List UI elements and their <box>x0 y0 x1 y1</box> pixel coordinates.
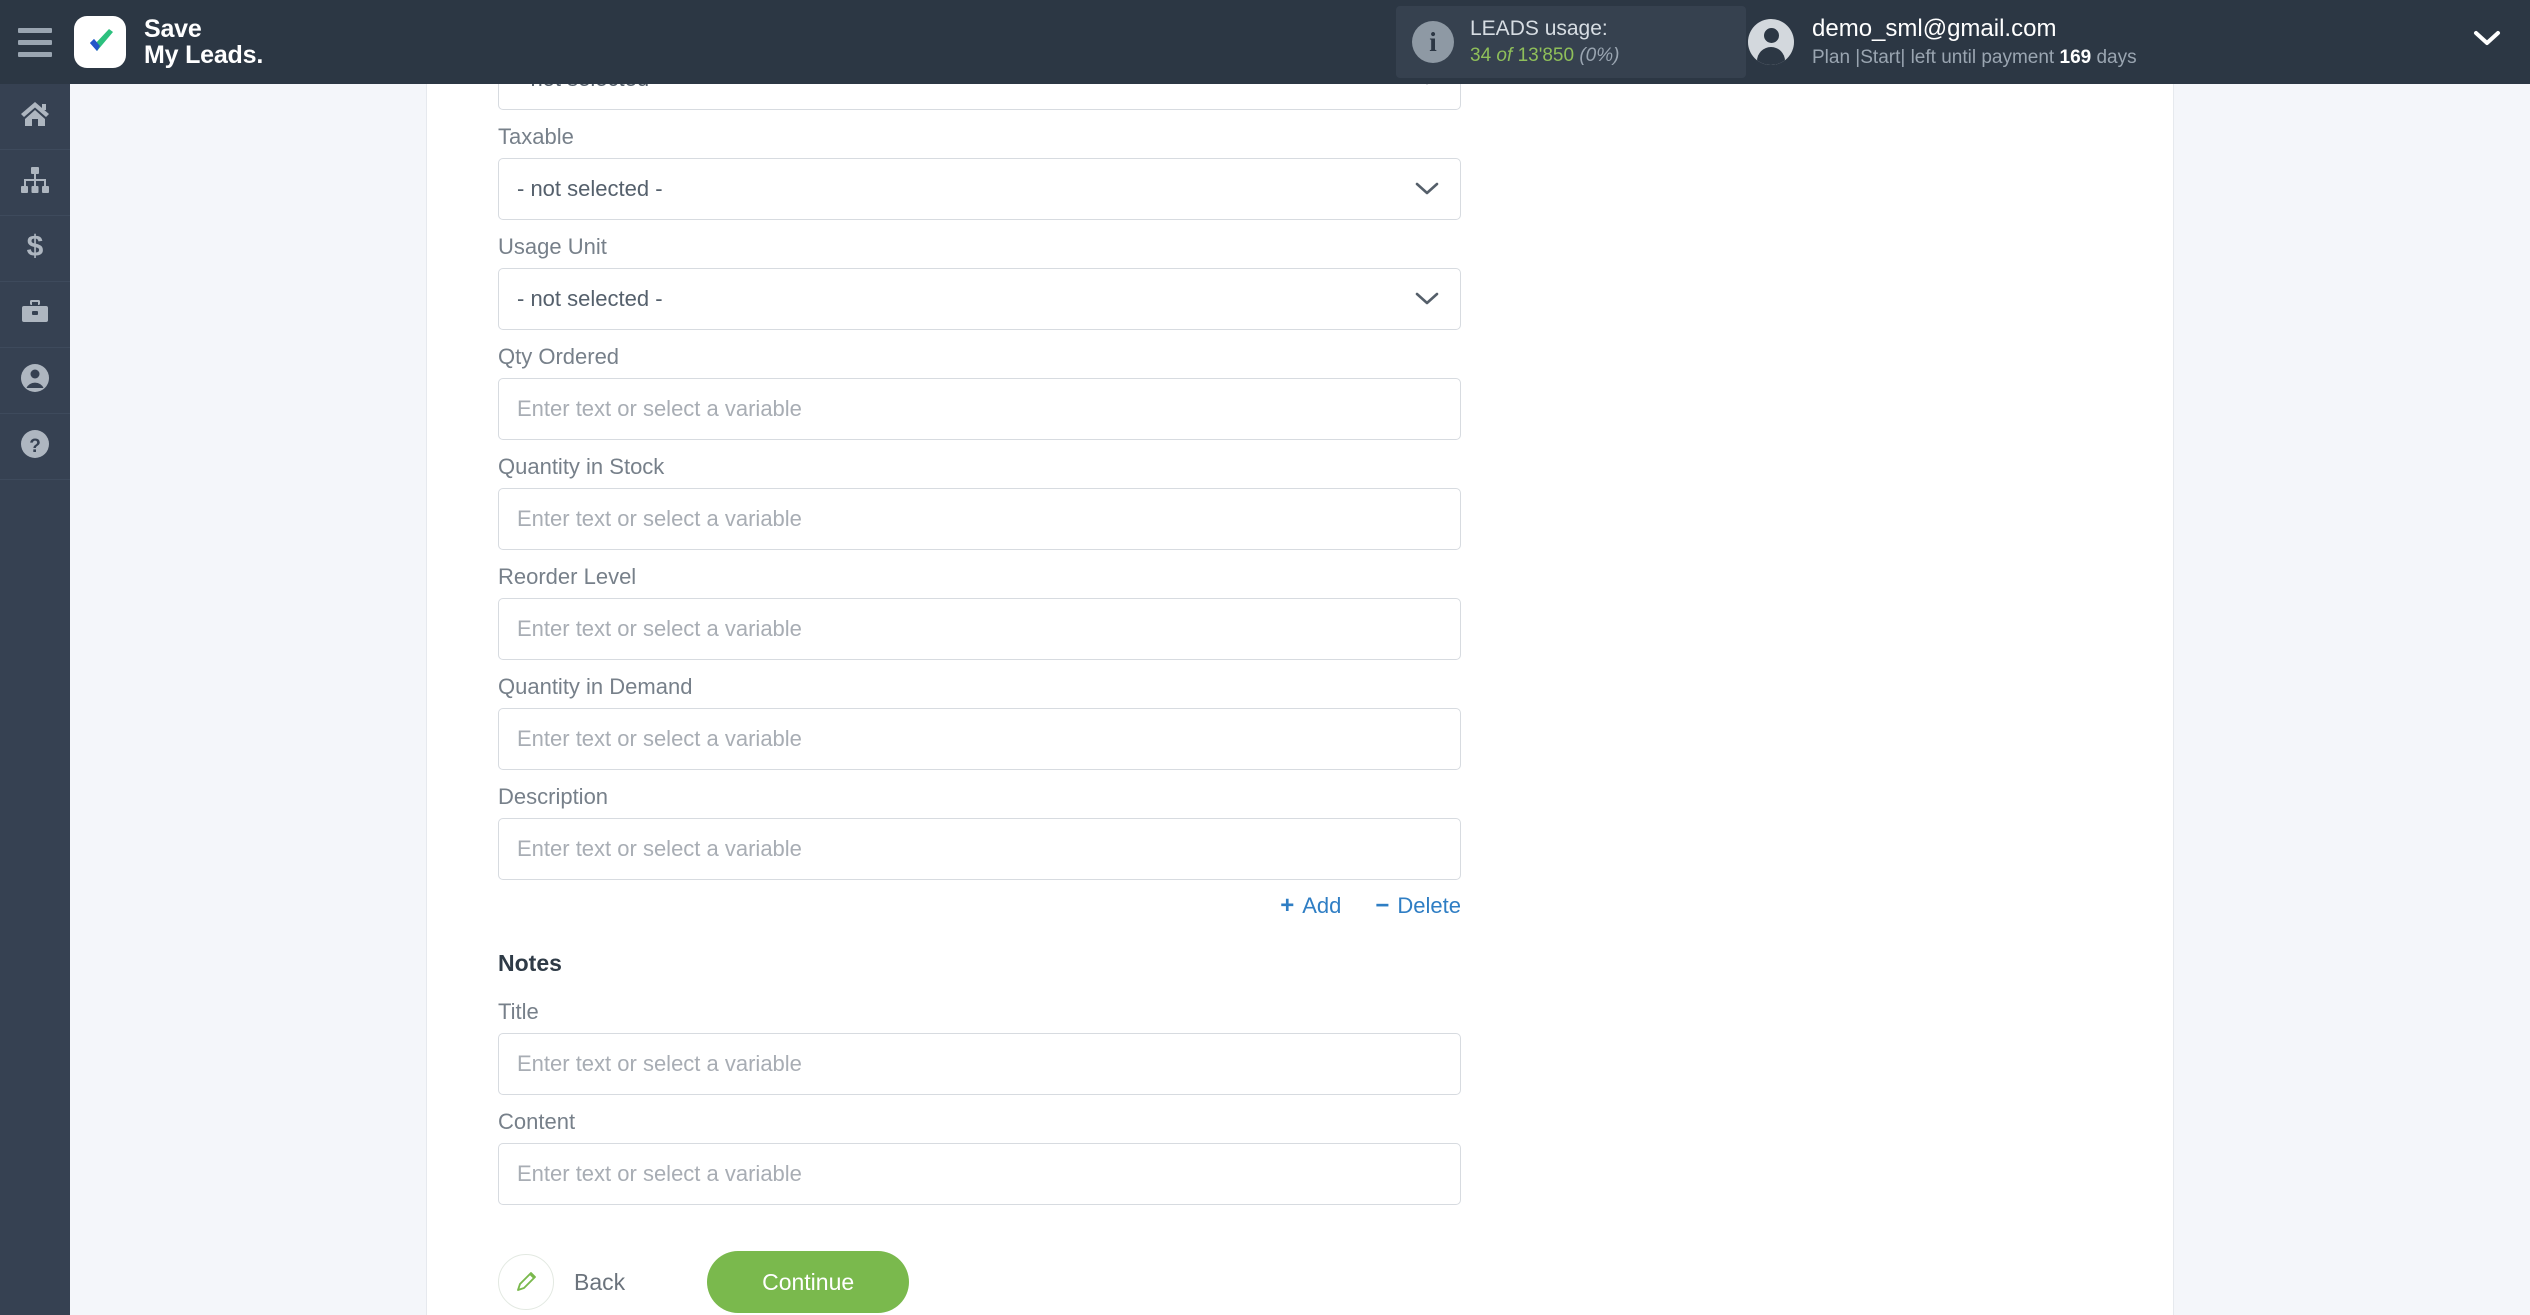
qty-ordered-label: Qty Ordered <box>498 344 620 369</box>
reorder-level-input[interactable]: Enter text or select a variable <box>498 598 1461 660</box>
usage-unit-select[interactable]: - not selected - <box>498 268 1461 330</box>
svg-text:?: ? <box>29 436 41 457</box>
user-circle-icon <box>19 362 51 399</box>
chevron-down-icon <box>1414 176 1440 202</box>
continue-button[interactable]: Continue <box>707 1251 910 1313</box>
minus-icon: − <box>1375 892 1390 919</box>
taxable-select[interactable]: - not selected - <box>498 158 1461 220</box>
user-avatar-icon <box>1748 19 1794 65</box>
note-title-input[interactable]: Enter text or select a variable <box>498 1033 1461 1095</box>
field-group-quantity-in-demand: Quantity in Demand Enter text or select … <box>498 674 1461 770</box>
sidebar-item-connections[interactable] <box>0 150 70 216</box>
left-sidebar: $ ? <box>0 84 70 1315</box>
back-button-label: Back <box>574 1268 626 1295</box>
leads-usage-text: LEADS usage: 34 of 13'850 (0%) <box>1470 15 1619 69</box>
field-group-usage-unit: Usage Unit - not selected - <box>498 234 1461 330</box>
brand-line-1: Save <box>144 14 202 43</box>
brand-name: Save My Leads. <box>144 14 264 69</box>
hamburger-bar <box>18 27 52 33</box>
field-column: - not selected - Taxable - not selected … <box>498 84 1461 1315</box>
sidebar-item-home[interactable] <box>0 84 70 150</box>
qty-ordered-input[interactable]: Enter text or select a variable <box>498 378 1461 440</box>
quantity-in-stock-label: Quantity in Stock <box>498 454 665 479</box>
info-icon: i <box>1412 21 1454 63</box>
add-row-label: Add <box>1302 893 1342 918</box>
sitemap-icon <box>19 164 51 201</box>
account-menu[interactable]: demo_sml@gmail.com Plan |Start| left unt… <box>1748 0 2137 84</box>
brand-logo[interactable]: Save My Leads. <box>74 14 264 69</box>
leads-used: 34 <box>1470 45 1492 67</box>
field-group-top-select: - not selected - <box>498 84 1461 110</box>
note-title-label: Title <box>498 999 539 1024</box>
top-select-value: - not selected - <box>517 84 663 92</box>
brand-line-2: My Leads. <box>144 41 264 69</box>
row-actions: + Add − Delete <box>498 892 1461 920</box>
plan-days-value: 169 <box>2059 47 2092 69</box>
account-plan-info: Plan |Start| left until payment 169 days <box>1812 45 2137 71</box>
delete-row-label: Delete <box>1397 893 1461 918</box>
top-select[interactable]: - not selected - <box>498 84 1461 110</box>
note-content-label: Content <box>498 1109 576 1134</box>
reorder-level-label: Reorder Level <box>498 564 637 589</box>
sidebar-item-billing[interactable]: $ <box>0 216 70 282</box>
account-text: demo_sml@gmail.com Plan |Start| left unt… <box>1812 12 2137 71</box>
leads-usage-badge[interactable]: i LEADS usage: 34 of 13'850 (0%) <box>1396 6 1746 78</box>
add-row-button[interactable]: + Add <box>1280 892 1341 920</box>
field-group-taxable: Taxable - not selected - <box>498 124 1461 220</box>
question-circle-icon: ? <box>19 428 51 465</box>
delete-row-button[interactable]: − Delete <box>1375 892 1461 920</box>
checkmark-logo-icon <box>74 16 126 68</box>
quantity-in-demand-label: Quantity in Demand <box>498 674 693 699</box>
account-chevron-down-icon[interactable] <box>2472 28 2502 53</box>
sidebar-item-help[interactable]: ? <box>0 414 70 480</box>
top-header-bar: Save My Leads. i LEADS usage: 34 of 13'8… <box>0 0 2530 84</box>
field-group-note-title: Title Enter text or select a variable <box>498 999 1461 1095</box>
form-card: - not selected - Taxable - not selected … <box>426 84 2174 1315</box>
form-actions: Back Continue <box>498 1251 1461 1313</box>
plan-prefix: Plan |Start| left until payment <box>1812 47 2055 69</box>
taxable-value: - not selected - <box>517 176 663 201</box>
leads-usage-value: 34 of 13'850 (0%) <box>1470 43 1619 69</box>
chevron-down-icon <box>1414 286 1440 312</box>
leads-usage-title: LEADS usage: <box>1470 17 1608 40</box>
usage-unit-value: - not selected - <box>517 286 663 311</box>
plus-icon: + <box>1280 892 1295 919</box>
account-email: demo_sml@gmail.com <box>1812 15 2057 43</box>
description-label: Description <box>498 784 609 809</box>
field-group-reorder-level: Reorder Level Enter text or select a var… <box>498 564 1461 660</box>
leads-percent: (0%) <box>1579 45 1620 67</box>
quantity-in-stock-input[interactable]: Enter text or select a variable <box>498 488 1461 550</box>
sidebar-item-account[interactable] <box>0 348 70 414</box>
plan-days-suffix: days <box>2096 47 2137 69</box>
sidebar-item-services[interactable] <box>0 282 70 348</box>
briefcase-icon <box>19 296 51 333</box>
usage-unit-label: Usage Unit <box>498 234 607 259</box>
hamburger-bar <box>18 51 52 57</box>
svg-text:$: $ <box>27 230 44 262</box>
leads-total: 13'850 <box>1517 45 1575 67</box>
back-button[interactable]: Back <box>498 1254 625 1310</box>
hamburger-menu-icon[interactable] <box>0 0 70 84</box>
field-group-note-content: Content Enter text or select a variable <box>498 1109 1461 1205</box>
leads-of: of <box>1496 45 1513 67</box>
home-icon <box>19 98 51 135</box>
hamburger-bar <box>18 39 52 45</box>
field-group-quantity-in-stock: Quantity in Stock Enter text or select a… <box>498 454 1461 550</box>
field-group-qty-ordered: Qty Ordered Enter text or select a varia… <box>498 344 1461 440</box>
chevron-down-icon <box>1414 84 1440 92</box>
main-content-area: - not selected - Taxable - not selected … <box>70 84 2530 1315</box>
quantity-in-demand-input[interactable]: Enter text or select a variable <box>498 708 1461 770</box>
dollar-icon: $ <box>19 230 51 267</box>
note-content-input[interactable]: Enter text or select a variable <box>498 1143 1461 1205</box>
taxable-label: Taxable <box>498 124 574 149</box>
pencil-icon <box>498 1254 554 1310</box>
field-group-description: Description Enter text or select a varia… <box>498 784 1461 880</box>
notes-section-title: Notes <box>498 950 562 976</box>
description-input[interactable]: Enter text or select a variable <box>498 818 1461 880</box>
